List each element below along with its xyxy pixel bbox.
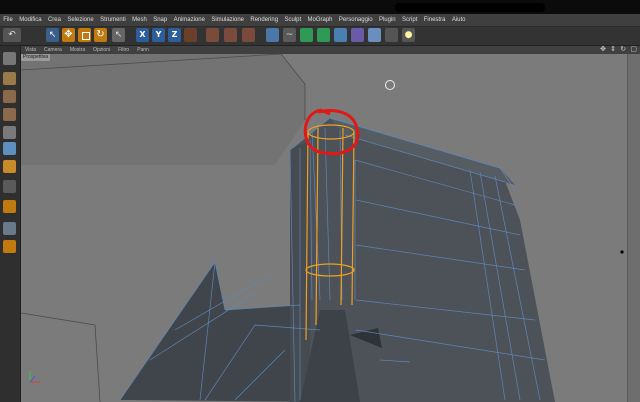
texture-mode-icon[interactable] [3, 90, 16, 103]
spline-icon[interactable]: ~ [283, 28, 296, 42]
viewport-menu-filtro[interactable]: Filtro [114, 46, 133, 54]
cursor-icon[interactable]: ↖ [46, 28, 59, 42]
menu-rendering[interactable]: Rendering [247, 14, 281, 26]
menu-animazione[interactable]: Animazione [170, 14, 208, 26]
menu-modifica[interactable]: Modifica [16, 14, 45, 26]
menu-script[interactable]: Script [399, 14, 421, 26]
axis-gizmo [29, 371, 40, 383]
move-icon[interactable]: ✥ [62, 28, 75, 42]
rotate-icon[interactable]: ↻ [94, 28, 107, 42]
menu-mesh[interactable]: Mesh [129, 14, 150, 26]
y-axis-icon[interactable]: Y [152, 28, 165, 42]
render-settings-icon[interactable] [242, 28, 255, 42]
viewport-scroll-track[interactable] [627, 54, 640, 402]
z-axis-icon[interactable]: Z [168, 28, 181, 42]
menu-plugin[interactable]: Plugin [376, 14, 399, 26]
deformer-icon[interactable] [317, 28, 330, 42]
menu-bar: File Modifica Crea Selezione Strumenti M… [0, 14, 640, 27]
left-tool-palette [0, 46, 21, 402]
edit-mode-icon[interactable] [3, 52, 16, 65]
undo-icon[interactable]: ↶ [3, 28, 21, 42]
menu-snap[interactable]: Snap [150, 14, 170, 26]
menu-personaggio[interactable]: Personaggio [336, 14, 376, 26]
viewport-header: Vista Camera Mostra Opzioni Filtro Pann … [21, 45, 640, 54]
viewport-menu-opzioni[interactable]: Opzioni [89, 46, 114, 54]
viewport[interactable]: Prospettiva [21, 54, 640, 402]
snap-icon[interactable] [3, 222, 16, 235]
floor-icon[interactable] [368, 28, 381, 42]
cursor-ring [385, 80, 395, 90]
viewport-menu-pann[interactable]: Pann [133, 46, 153, 54]
axis-mode-icon[interactable] [3, 180, 16, 193]
lock-icon[interactable] [3, 240, 16, 253]
background-plane [21, 54, 305, 165]
effector-icon[interactable] [351, 28, 364, 42]
points-mode-icon[interactable] [3, 126, 16, 139]
scene-canvas [21, 54, 624, 402]
redacted-title-bar [395, 3, 545, 12]
viewport-menu-camera[interactable]: Camera [40, 46, 66, 54]
title-bar [0, 0, 640, 14]
select-icon[interactable]: ↖ [112, 28, 125, 42]
tweak-mode-icon[interactable] [3, 200, 16, 213]
viewport-menu-mostra[interactable]: Mostra [66, 46, 89, 54]
polygons-mode-icon[interactable] [3, 160, 16, 173]
coordinate-icon[interactable] [184, 28, 197, 42]
marker-dot [620, 250, 624, 254]
environment-icon[interactable] [334, 28, 347, 42]
scale-icon[interactable] [78, 28, 91, 42]
x-axis-icon[interactable]: X [136, 28, 149, 42]
model-mode-icon[interactable] [3, 72, 16, 85]
menu-sculpt[interactable]: Sculpt [281, 14, 304, 26]
viewport-menu-vista[interactable]: Vista [21, 46, 40, 54]
light-icon[interactable]: ● [402, 28, 415, 42]
menu-aiuto[interactable]: Aiuto [449, 14, 469, 26]
viewport-projection-label: Prospettiva [21, 54, 51, 61]
generator-icon[interactable] [300, 28, 313, 42]
menu-selezione[interactable]: Selezione [64, 14, 97, 26]
render-view-icon[interactable] [206, 28, 219, 42]
camera-icon[interactable] [385, 28, 398, 42]
workplane-icon[interactable] [3, 108, 16, 121]
render-icon[interactable] [224, 28, 237, 42]
main-toolbar: ↶ ↖ ✥ ↻ ↖ X Y Z ~ ● [0, 27, 640, 46]
menu-mograph[interactable]: MoGraph [304, 14, 335, 26]
menu-finestra[interactable]: Finestra [421, 14, 449, 26]
edges-mode-icon[interactable] [3, 142, 16, 155]
viewport-nav-icons[interactable]: ✥ ⇕ ↻ ▢ [600, 45, 638, 53]
menu-crea[interactable]: Crea [45, 14, 64, 26]
cube-icon[interactable] [266, 28, 279, 42]
menu-simulazione[interactable]: Simulazione [208, 14, 247, 26]
menu-strumenti[interactable]: Strumenti [97, 14, 129, 26]
menu-file[interactable]: File [0, 14, 16, 26]
